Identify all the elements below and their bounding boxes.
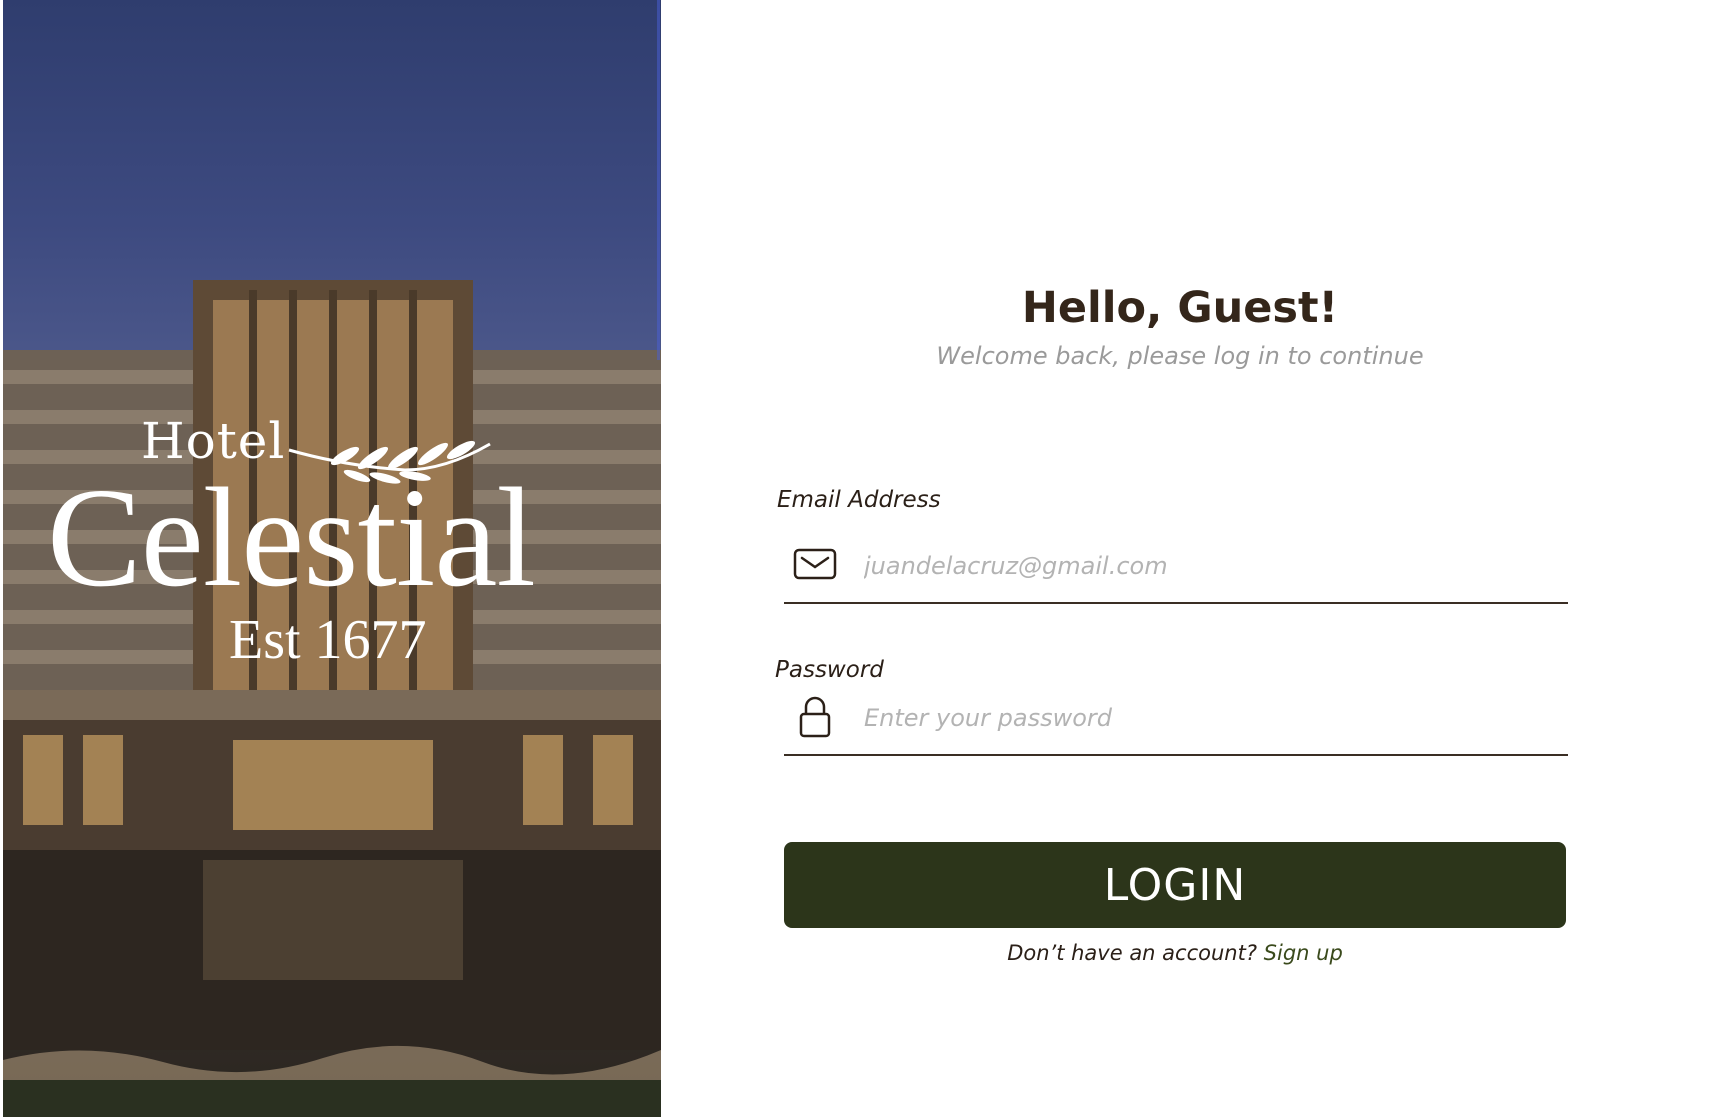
page-title: Hello, Guest! [1021, 283, 1339, 333]
password-field[interactable] [784, 684, 1568, 756]
logo-celestial-text: Celestial [47, 458, 536, 616]
password-label: Password [775, 657, 884, 683]
panel-divider [657, 0, 660, 360]
signup-link[interactable]: Sign up [1264, 941, 1343, 965]
page-subtitle: Welcome back, please log in to continue [936, 342, 1424, 370]
email-field[interactable] [784, 532, 1568, 604]
logo-established-text: Est 1677 [229, 609, 427, 671]
hotel-logo: Hotel Celestial Est 1677 [3, 0, 661, 1117]
login-page: Hotel Celestial Est 1677 Hello, Guest! W [0, 0, 1728, 1117]
email-input[interactable] [864, 546, 1544, 586]
signup-prompt-text: Don’t have an account? [1007, 941, 1257, 965]
hotel-hero-image: Hotel Celestial Est 1677 [3, 0, 661, 1117]
signup-prompt-row: Don’t have an account? Sign up [780, 938, 1570, 968]
email-label: Email Address [777, 487, 941, 513]
login-button[interactable]: LOGIN [784, 842, 1566, 928]
lock-icon [799, 696, 831, 738]
password-input[interactable] [864, 698, 1544, 738]
envelope-icon [793, 548, 837, 580]
